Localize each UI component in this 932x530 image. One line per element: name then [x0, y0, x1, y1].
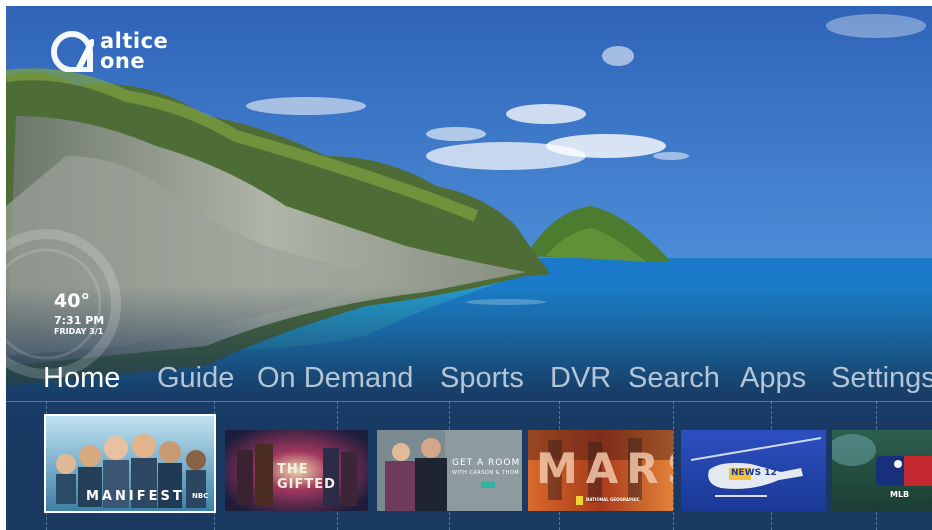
content-tile-mlb[interactable]: MLB	[832, 430, 932, 511]
guide-line	[673, 401, 674, 530]
clock-time: 7:31 PM	[54, 314, 105, 327]
tile-subtitle: WITH CARSON & THOM	[452, 470, 520, 476]
tile-title: MANIFEST	[86, 489, 185, 504]
main-nav: Home Guide On Demand Sports DVR Search A…	[6, 354, 932, 406]
brand-line2: one	[100, 49, 146, 73]
altice-logo-icon	[51, 30, 94, 72]
altice-one-logo: altice one	[50, 30, 168, 72]
content-tile-manifest[interactable]: MANIFEST NBC	[44, 414, 216, 513]
content-tile-get-a-room[interactable]: GET A ROOM WITH CARSON & THOM	[377, 430, 522, 511]
tile-title: MARS	[536, 444, 673, 493]
nav-item-home[interactable]: Home	[43, 362, 120, 395]
nav-item-apps[interactable]: Apps	[740, 362, 806, 395]
nav-item-guide[interactable]: Guide	[157, 362, 234, 395]
network-logo: NATIONAL GEOGRAPHIC	[586, 497, 640, 502]
home-screen: altice one 40° 7:31 PM FRIDAY 3/1 Home G…	[6, 6, 932, 530]
guide-line	[214, 401, 215, 530]
clock-date: FRIDAY 3/1	[54, 327, 104, 336]
nav-item-dvr[interactable]: DVR	[550, 362, 611, 395]
nav-item-on-demand[interactable]: On Demand	[257, 362, 413, 395]
brand-line1: altice	[100, 29, 169, 53]
tile-title: MLB	[890, 490, 910, 499]
content-tile-news-12[interactable]: NEWS 12	[681, 430, 826, 511]
nav-item-search[interactable]: Search	[628, 362, 720, 395]
content-tile-the-gifted[interactable]: THE GIFTED	[225, 430, 368, 511]
nav-item-sports[interactable]: Sports	[440, 362, 524, 395]
brand-wordmark: altice one	[100, 29, 169, 73]
tile-title: NEWS 12	[731, 468, 777, 478]
weather-temperature: 40°	[54, 290, 90, 312]
tile-title: THE GIFTED	[277, 462, 336, 492]
mlb-poster-image	[832, 430, 932, 511]
network-logo: NBC	[192, 492, 209, 500]
tile-title: GET A ROOM	[452, 458, 521, 468]
nav-item-settings[interactable]: Settings	[831, 362, 932, 395]
content-tile-mars[interactable]: MARS NATIONAL GEOGRAPHIC	[528, 430, 673, 511]
